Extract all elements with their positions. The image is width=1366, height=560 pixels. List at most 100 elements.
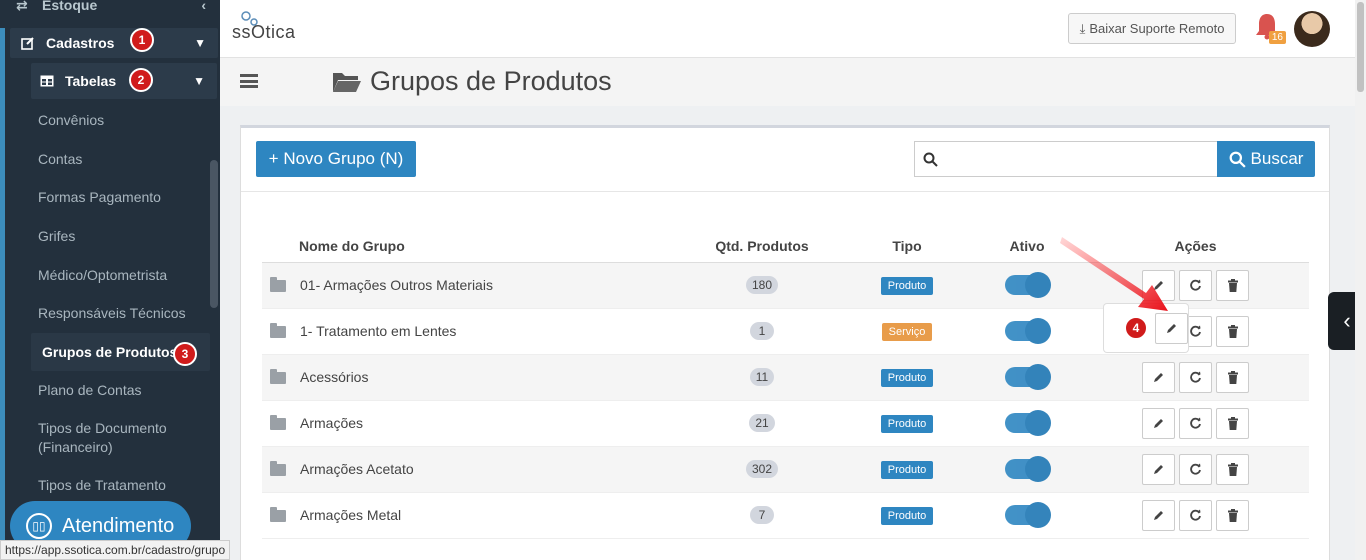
scrollbar-thumb[interactable]	[1357, 2, 1364, 92]
table-row[interactable]: Armações Acetato 302 Produto	[262, 446, 1309, 493]
panel-toolbar: + Novo Grupo (N) Buscar	[241, 128, 1329, 192]
delete-button[interactable]	[1216, 453, 1249, 485]
step-badge: 3	[173, 341, 197, 366]
active-toggle[interactable]	[1005, 502, 1051, 528]
folder-icon	[270, 277, 286, 293]
app-logo[interactable]: ssOtica	[232, 11, 296, 42]
ativo-cell	[972, 492, 1082, 539]
sidebar-item-label: Plano de Contas	[38, 382, 142, 399]
refresh-button[interactable]	[1179, 499, 1212, 531]
tipo-cell: Produto	[842, 262, 972, 309]
actions-cell	[1082, 354, 1309, 401]
active-toggle[interactable]	[1005, 364, 1051, 390]
refresh-icon	[1190, 509, 1201, 521]
tipo-cell: Produto	[842, 492, 972, 539]
refresh-button[interactable]	[1179, 269, 1212, 301]
delete-button[interactable]	[1216, 269, 1249, 301]
sidebar-item-tipos-documento[interactable]: Tipos de Documento (Financeiro)	[10, 410, 210, 466]
folder-icon	[270, 415, 286, 431]
qty-cell: 1	[682, 308, 842, 355]
notification-bell[interactable]: 16	[1254, 12, 1286, 44]
tipo-label: Produto	[880, 506, 934, 525]
delete-button[interactable]	[1216, 361, 1249, 393]
tipo-label: Produto	[880, 460, 934, 479]
new-group-button[interactable]: + Novo Grupo (N)	[256, 141, 416, 177]
col-qtd[interactable]: Qtd. Produtos	[682, 230, 842, 263]
refresh-icon	[1190, 417, 1201, 429]
tipo-label: Produto	[880, 276, 934, 295]
active-toggle[interactable]	[1005, 318, 1051, 344]
active-toggle[interactable]	[1005, 272, 1051, 298]
sidebar-item-plano-contas[interactable]: Plano de Contas	[10, 371, 210, 410]
edit-button[interactable]	[1155, 313, 1188, 344]
step-badge: 2	[129, 68, 153, 92]
delete-button[interactable]	[1216, 407, 1249, 439]
col-tipo[interactable]: Tipo	[842, 230, 972, 263]
avatar[interactable]	[1294, 11, 1330, 47]
sidebar-item-contas[interactable]: Contas	[10, 140, 210, 179]
refresh-button[interactable]	[1179, 361, 1212, 393]
search-button-label: Buscar	[1250, 149, 1304, 168]
edit-button[interactable]	[1142, 361, 1175, 393]
notification-count: 16	[1268, 31, 1286, 44]
pencil-icon	[1154, 418, 1163, 428]
edit-button[interactable]	[1142, 453, 1175, 485]
sidebar: ⇄ Estoque ‹ Cadastros 1 ▼ Tabelas 2 ▼ Co…	[0, 0, 220, 560]
sidebar-item-formas-pagamento[interactable]: Formas Pagamento	[10, 178, 210, 217]
page-title: Grupos de Produtos	[332, 66, 612, 97]
sidebar-item-label: Cadastros	[46, 35, 115, 51]
sidebar-item-estoque[interactable]: ⇄ Estoque ‹	[0, 0, 220, 20]
top-header: ssOtica ⤓ Baixar Suporte Remoto 16	[220, 0, 1366, 58]
tipo-cell: Produto	[842, 446, 972, 493]
sidebar-item-medico[interactable]: Médico/Optometrista	[10, 255, 210, 294]
page-scrollbar[interactable]	[1355, 0, 1366, 560]
sidebar-item-label: Responsáveis Técnicos	[38, 305, 186, 322]
sidebar-item-label: Grifes	[38, 228, 76, 245]
sidebar-item-label: Grupos de Produtos	[42, 343, 178, 360]
trash-icon	[1227, 278, 1238, 292]
edit-button[interactable]	[1142, 407, 1175, 439]
download-support-button[interactable]: ⤓ Baixar Suporte Remoto	[1068, 13, 1236, 44]
sidebar-scrollbar[interactable]	[210, 160, 218, 308]
tipo-cell: Produto	[842, 400, 972, 447]
folder-open-icon	[333, 72, 361, 92]
chevron-left-icon: ‹	[201, 0, 206, 13]
sidebar-item-grupos-produtos[interactable]: Grupos de Produtos 3	[31, 332, 210, 372]
pointer-arrow	[1060, 237, 1168, 311]
group-name-cell: Armações	[262, 400, 682, 447]
search-box[interactable]	[914, 141, 1217, 177]
table-row[interactable]: Armações 21 Produto	[262, 400, 1309, 447]
group-name: 1- Tratamento em Lentes	[300, 323, 457, 339]
active-toggle[interactable]	[1005, 410, 1051, 436]
delete-button[interactable]	[1216, 315, 1249, 347]
group-name-cell: 01- Armações Outros Materiais	[262, 262, 682, 309]
sidebar-item-grifes[interactable]: Grifes	[10, 217, 210, 256]
group-name: 01- Armações Outros Materiais	[300, 277, 493, 293]
col-nome[interactable]: Nome do Grupo	[262, 230, 682, 263]
group-name: Armações	[300, 415, 364, 431]
sidebar-item-tabelas[interactable]: Tabelas 2 ▼	[31, 63, 217, 99]
active-toggle[interactable]	[1005, 456, 1051, 482]
refresh-button[interactable]	[1179, 407, 1212, 439]
qty-badge: 21	[749, 414, 775, 432]
group-name-cell: Armações Acetato	[262, 446, 682, 493]
sidebar-item-tipos-tratamento[interactable]: Tipos de Tratamento	[10, 466, 210, 505]
pencil-icon	[1154, 510, 1163, 520]
refresh-button[interactable]	[1179, 453, 1212, 485]
sidebar-item-label: Tabelas	[65, 73, 117, 89]
search-input[interactable]	[946, 144, 1217, 174]
qty-badge: 11	[749, 368, 775, 386]
menu-toggle-icon[interactable]	[240, 74, 258, 88]
pencil-icon	[1154, 464, 1163, 474]
sidebar-item-convenios[interactable]: Convênios	[10, 101, 210, 140]
delete-button[interactable]	[1216, 499, 1249, 531]
sidebar-item-responsaveis[interactable]: Responsáveis Técnicos	[10, 294, 210, 333]
table-row[interactable]: Armações Metal 7 Produto	[262, 492, 1309, 539]
search-button[interactable]: Buscar	[1217, 141, 1315, 177]
table-row[interactable]: Acessórios 11 Produto	[262, 354, 1309, 401]
tipo-label: Produto	[880, 368, 934, 387]
edit-button[interactable]	[1142, 499, 1175, 531]
qty-badge: 7	[750, 506, 774, 524]
tipo-cell: Serviço	[842, 308, 972, 355]
sidebar-item-cadastros[interactable]: Cadastros 1 ▼	[10, 28, 218, 58]
